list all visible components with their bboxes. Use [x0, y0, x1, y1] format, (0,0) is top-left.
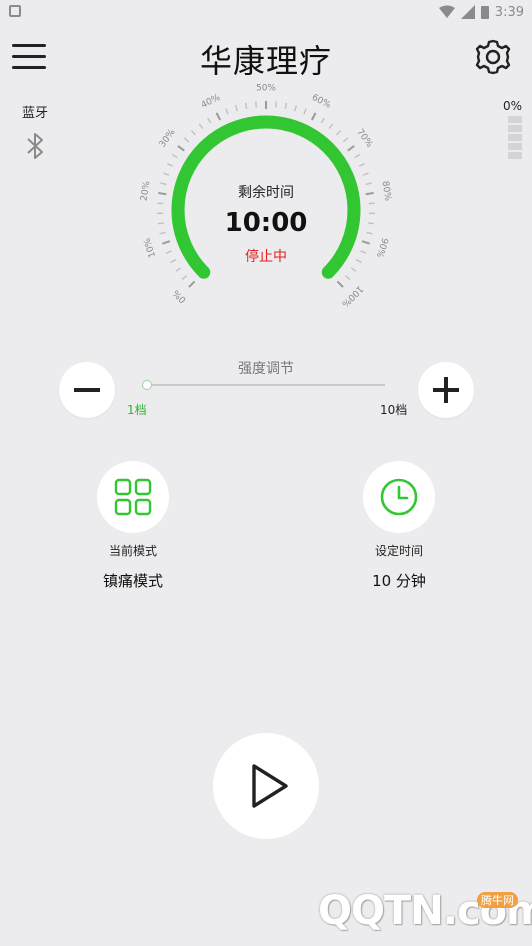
gauge-tick: [188, 280, 196, 288]
gauge-tick: [181, 275, 188, 281]
app-bar: 华康理疗: [0, 24, 532, 90]
grid-icon: [114, 478, 152, 516]
gauge-tick: [336, 280, 344, 288]
gauge-tick: [320, 117, 325, 124]
decrease-intensity-button[interactable]: [59, 362, 115, 418]
gauge-tick-label: 0%: [171, 287, 188, 304]
gauge-tick: [361, 240, 370, 245]
intensity-max-label: 10档: [380, 403, 408, 417]
gauge-tick: [342, 137, 349, 143]
gauge-tick: [328, 123, 334, 130]
clock-icon: [380, 478, 418, 516]
timer-button[interactable]: [363, 461, 435, 533]
mode-value: 镇痛模式: [102, 572, 163, 590]
gauge-tick: [350, 267, 357, 272]
play-icon: [252, 764, 288, 808]
battery-status-icon: [480, 6, 489, 19]
gauge-tick-label: 60%: [310, 93, 333, 111]
gauge-tick: [198, 123, 204, 130]
status-bar: 3:39: [0, 0, 532, 24]
intensity-slider-track[interactable]: [146, 384, 385, 386]
status-icons: 3:39: [438, 3, 524, 21]
watermark: QQTN.com 腾牛网: [318, 888, 532, 942]
mode-label: 当前模式: [108, 544, 157, 558]
gauge-caption: 剩余时间: [238, 185, 294, 201]
battery-level-icon: [508, 116, 522, 161]
gauge-tick: [171, 153, 178, 159]
battery-percent: 0%: [502, 99, 522, 113]
gauge-tick: [190, 130, 197, 136]
gauge-tick: [163, 172, 170, 176]
gauge-tick-label: 30%: [158, 127, 178, 149]
gauge-tick: [294, 105, 298, 112]
gauge-tick: [358, 162, 365, 167]
clock-text: 3:39: [494, 4, 524, 20]
wifi-icon: [438, 5, 455, 18]
gauge-tick: [362, 172, 369, 176]
gauge-tick: [284, 102, 288, 109]
gauge-tick-label: 50%: [256, 84, 276, 94]
gauge-tick: [177, 145, 185, 152]
gauge-tick: [215, 112, 222, 121]
gear-icon[interactable]: [474, 38, 512, 76]
gauge-tick: [255, 101, 258, 108]
timer-label: 设定时间: [374, 544, 423, 558]
page-title: 华康理疗: [199, 42, 332, 80]
signal-icon: [460, 5, 475, 19]
notification-icon: [9, 5, 21, 17]
remaining-time-gauge: 0% 10% 20% 30% 40% 50% 60% 70% 80% 90% 100% 剩余时间 1…: [126, 84, 406, 340]
gauge-tick: [347, 145, 355, 152]
timer-value: 10 分钟: [372, 572, 426, 590]
gauge-tick: [310, 112, 317, 121]
gauge-tick: [162, 240, 171, 245]
gauge-tick: [244, 102, 248, 109]
intensity-slider-thumb[interactable]: [142, 380, 152, 390]
increase-intensity-button[interactable]: [418, 362, 474, 418]
gauge-tick: [207, 117, 212, 124]
start-button[interactable]: [213, 733, 319, 839]
bluetooth-label: 蓝牙: [22, 106, 49, 121]
gauge-tick: [234, 105, 238, 112]
watermark-tag: 腾牛网: [477, 892, 518, 908]
mode-button[interactable]: [97, 461, 169, 533]
gauge-tick: [225, 108, 229, 115]
gauge-tick-label: 70%: [354, 128, 374, 150]
gauge-tick: [167, 162, 174, 167]
status-text: 停止中: [245, 249, 287, 265]
gauge-tick: [354, 153, 361, 159]
gauge-tick: [274, 101, 277, 108]
remaining-time: 10:00: [224, 208, 308, 238]
gauge-tick: [344, 275, 351, 281]
gauge-tick-label: 40%: [200, 93, 223, 111]
gauge-tick: [175, 267, 182, 272]
bluetooth-icon[interactable]: [24, 130, 46, 162]
gauge-tick: [335, 130, 342, 136]
intensity-min-label: 1档: [127, 403, 147, 417]
plus-icon: [433, 377, 459, 403]
gauge-tick: [303, 108, 307, 115]
minus-icon: [74, 388, 100, 392]
gauge-tick: [183, 137, 190, 143]
